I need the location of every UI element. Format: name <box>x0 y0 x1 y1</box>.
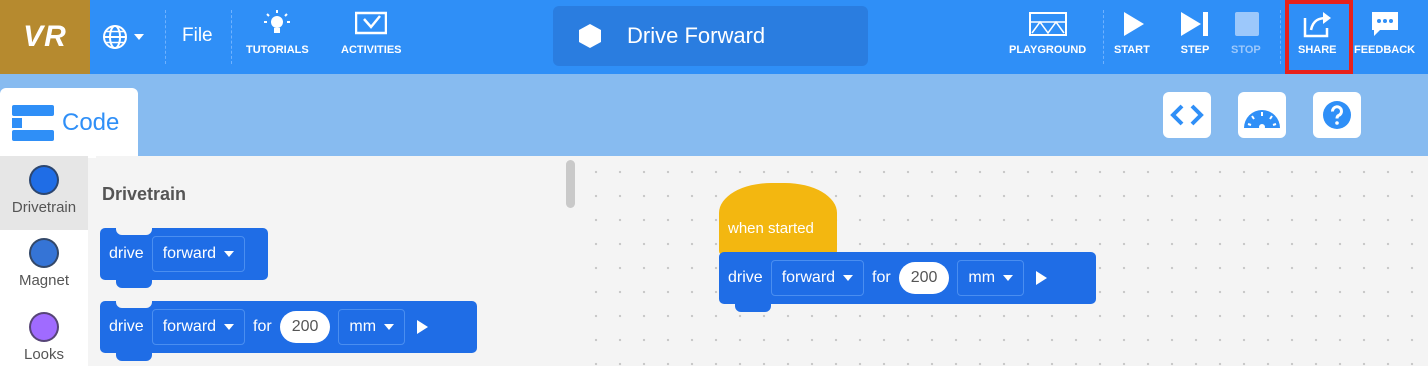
category-label: Drivetrain <box>11 199 77 216</box>
playground-icon <box>1028 12 1067 36</box>
chevron-down-icon <box>384 324 395 330</box>
code-brackets-icon <box>1170 104 1204 126</box>
step-icon <box>1181 12 1208 36</box>
dropdown-value: forward <box>162 245 217 262</box>
chevron-down-icon <box>134 34 144 40</box>
run-block-icon[interactable] <box>417 320 429 334</box>
tab-code[interactable]: Code <box>0 88 138 158</box>
unit-dropdown[interactable]: mm <box>957 260 1025 296</box>
when-started-block[interactable]: when started <box>719 183 837 255</box>
dropdown-value: mm <box>968 269 996 286</box>
code-viewer-button[interactable] <box>1163 92 1211 138</box>
block-for-label: for <box>253 318 272 335</box>
feedback-label: FEEDBACK <box>1354 44 1416 56</box>
unit-dropdown[interactable]: mm <box>338 309 406 345</box>
chevron-down-icon <box>224 324 235 330</box>
step-label: STEP <box>1180 44 1210 56</box>
divider <box>1280 10 1281 64</box>
chevron-down-icon <box>1003 275 1014 281</box>
step-button[interactable]: STEP <box>1179 10 1211 56</box>
project-title-box[interactable]: Drive Forward <box>553 6 868 66</box>
tutorials-button[interactable]: TUTORIALS <box>246 10 309 56</box>
distance-input[interactable]: 200 <box>279 311 331 343</box>
divider <box>231 10 232 64</box>
start-button[interactable]: START <box>1114 10 1150 56</box>
playground-button[interactable]: PLAYGROUND <box>1009 10 1086 56</box>
category-looks[interactable]: Looks <box>0 312 88 363</box>
globe-icon <box>103 25 127 49</box>
block-keyword: drive <box>109 245 144 262</box>
chevron-down-icon <box>224 251 235 257</box>
magnet-color-dot <box>29 238 59 268</box>
tab-code-label: Code <box>62 109 120 136</box>
distance-input[interactable]: 200 <box>898 262 950 294</box>
direction-dropdown[interactable]: forward <box>151 309 246 345</box>
feedback-icon <box>1371 12 1398 36</box>
language-menu[interactable] <box>102 22 156 52</box>
stop-button[interactable]: STOP <box>1231 10 1261 56</box>
vr-logo[interactable]: VR <box>0 0 90 74</box>
editor-header <box>0 74 1428 156</box>
block-keyword: drive <box>728 269 763 286</box>
drive-for-block[interactable]: drive forward for 200 mm <box>719 252 1096 312</box>
dropdown-value: mm <box>349 318 377 335</box>
drive-block[interactable]: drive forward <box>100 227 268 288</box>
block-keyword: drive <box>109 318 144 335</box>
help-button[interactable] <box>1313 92 1361 138</box>
category-label: Looks <box>23 346 65 363</box>
block-for-label: for <box>872 269 891 286</box>
hexagon-icon <box>579 24 601 48</box>
direction-dropdown[interactable]: forward <box>770 260 865 296</box>
drive-for-block[interactable]: drive forward for 200 mm <box>100 300 477 361</box>
divider <box>165 10 166 64</box>
palette-category-title: Drivetrain <box>102 184 187 204</box>
project-title: Drive Forward <box>627 23 766 48</box>
help-icon <box>1323 101 1351 129</box>
lightbulb-icon <box>264 10 291 33</box>
run-block-icon[interactable] <box>1036 271 1048 285</box>
code-blocks-icon <box>12 105 54 141</box>
stop-icon <box>1234 12 1259 36</box>
start-label: START <box>1114 44 1150 56</box>
feedback-button[interactable]: FEEDBACK <box>1354 10 1415 56</box>
dashboard-gauge-icon <box>1244 110 1280 130</box>
divider <box>1103 10 1104 64</box>
tutorials-label: TUTORIALS <box>246 44 309 56</box>
activities-label: ACTIVITIES <box>341 44 402 56</box>
dropdown-value: forward <box>162 318 217 335</box>
direction-dropdown[interactable]: forward <box>151 236 246 272</box>
hat-label: when started <box>728 220 814 237</box>
looks-color-dot <box>29 312 59 342</box>
stop-label: STOP <box>1231 44 1261 56</box>
playground-label: PLAYGROUND <box>1009 44 1087 56</box>
category-label: Magnet <box>18 272 70 289</box>
drivetrain-color-dot <box>29 165 59 195</box>
activities-button[interactable]: ACTIVITIES <box>341 10 402 56</box>
category-magnet[interactable]: Magnet <box>0 238 88 289</box>
category-drivetrain[interactable]: Drivetrain <box>0 156 88 230</box>
dashboard-button[interactable] <box>1238 92 1286 138</box>
palette-scrollbar[interactable] <box>566 160 575 208</box>
chevron-down-icon <box>843 275 854 281</box>
activities-icon <box>355 11 388 35</box>
play-icon <box>1123 12 1144 36</box>
share-highlight-box <box>1285 0 1353 74</box>
file-menu[interactable]: File <box>182 25 213 47</box>
dropdown-value: forward <box>781 269 836 286</box>
